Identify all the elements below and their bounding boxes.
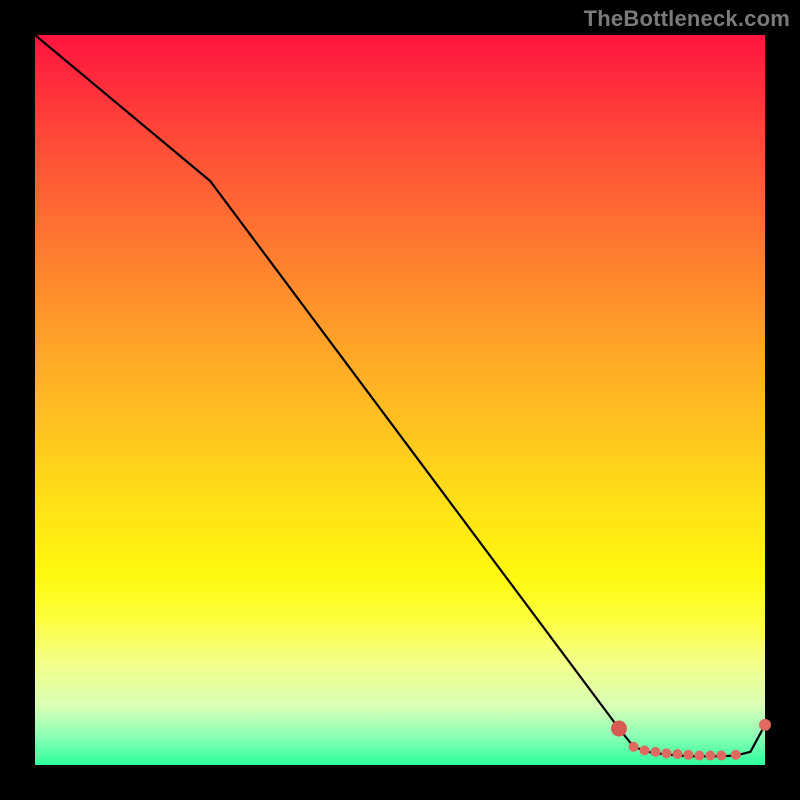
chart-line bbox=[35, 35, 765, 756]
chart-markers bbox=[611, 719, 771, 761]
chart-frame: TheBottleneck.com bbox=[0, 0, 800, 800]
watermark-text: TheBottleneck.com bbox=[584, 6, 790, 32]
chart-overlay bbox=[35, 35, 765, 765]
